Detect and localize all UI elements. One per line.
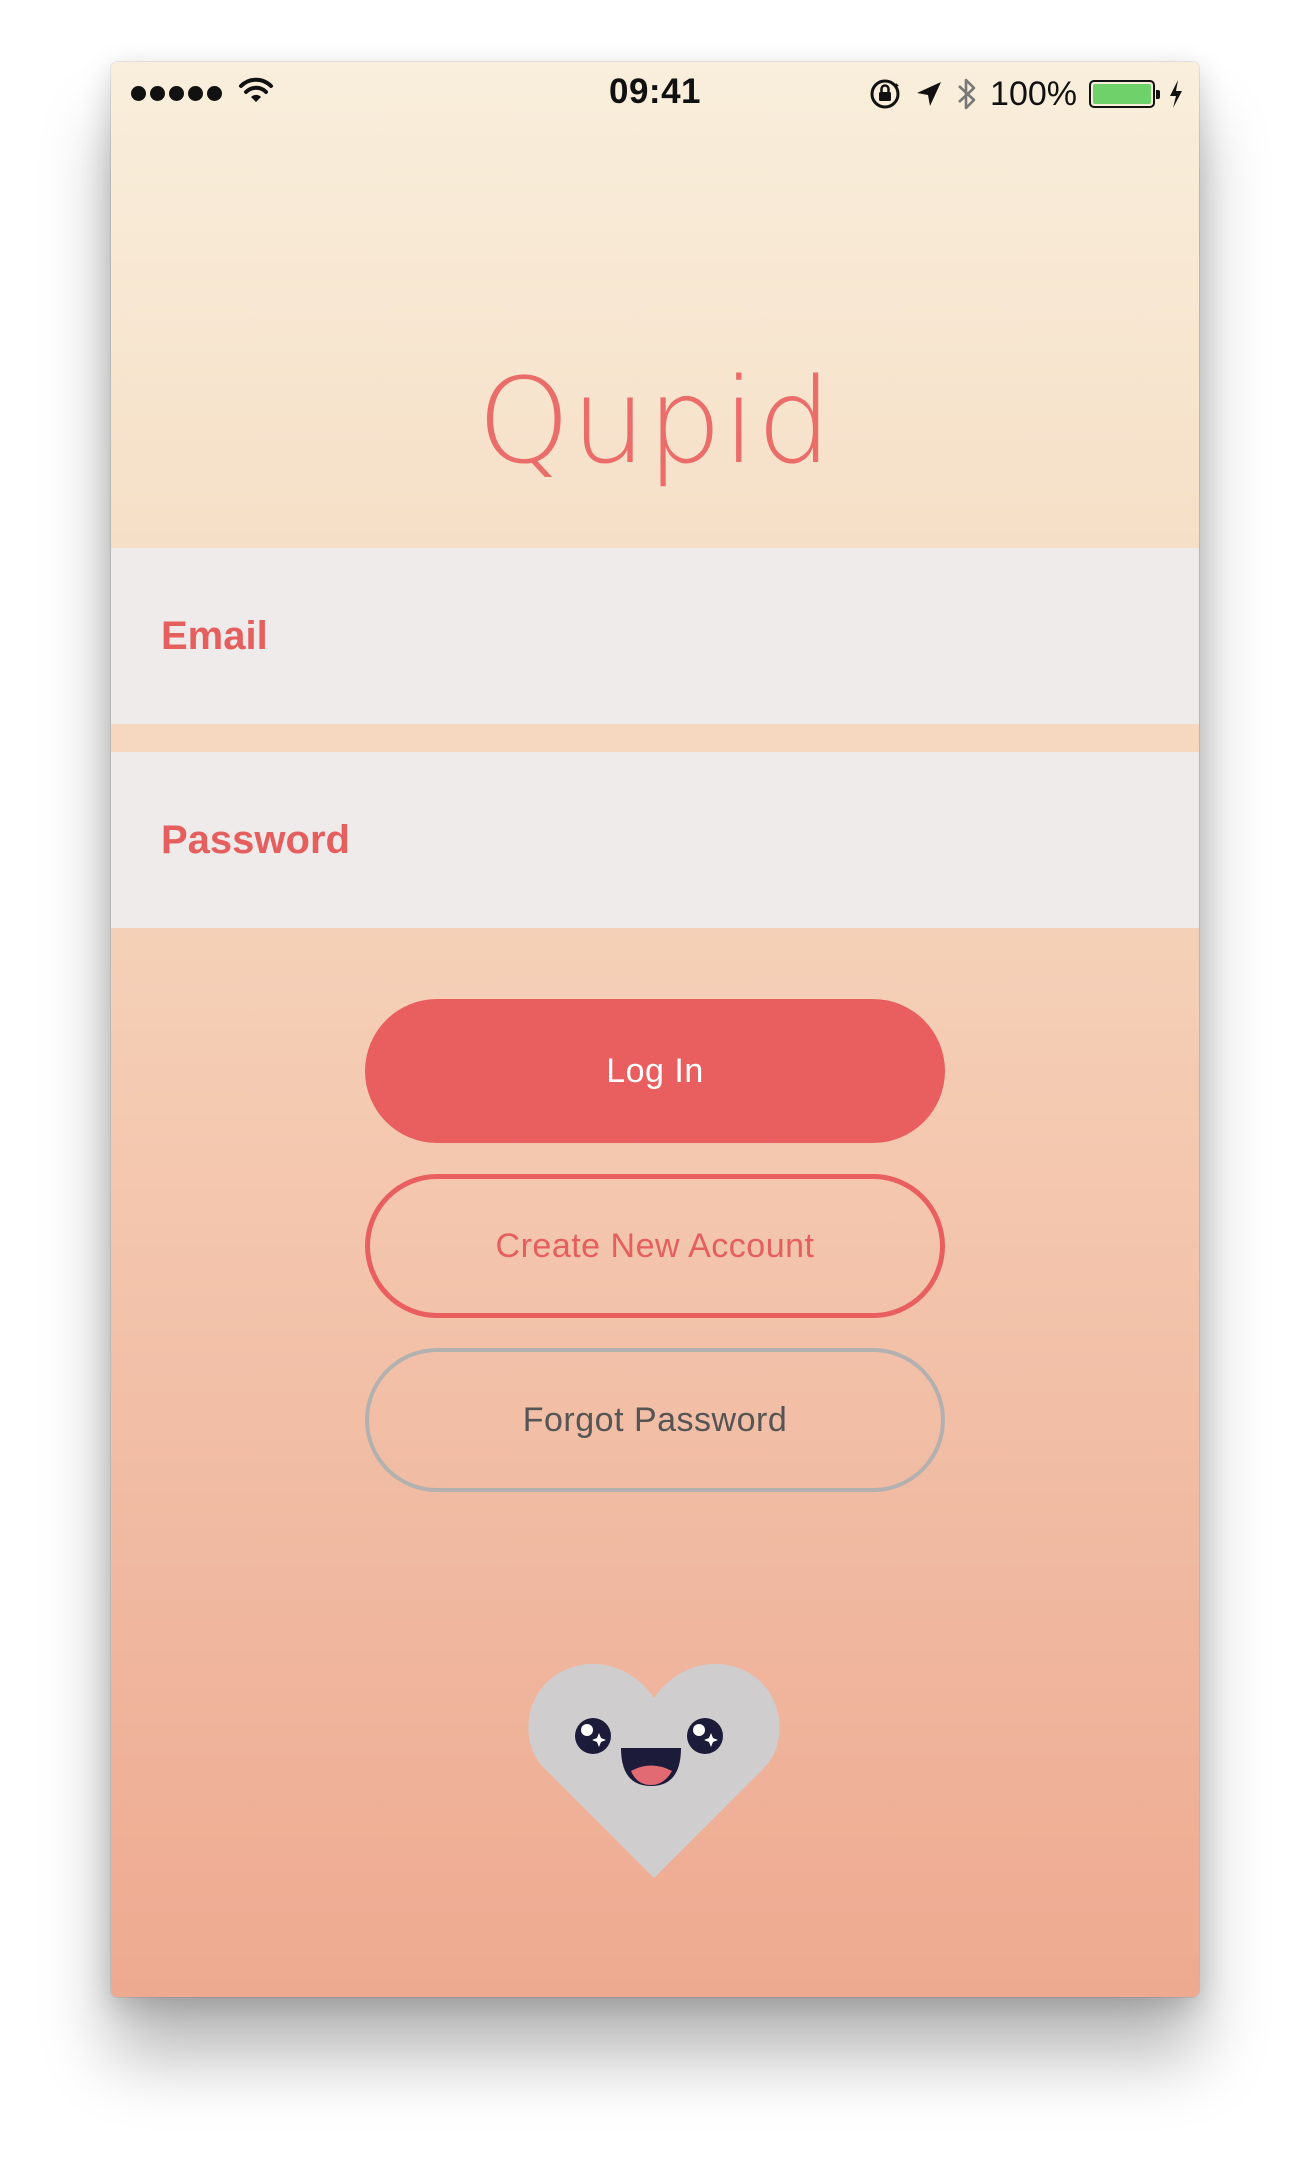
password-field-container[interactable]	[111, 751, 1199, 929]
email-field-container[interactable]	[111, 547, 1199, 725]
login-button[interactable]: Log In	[365, 999, 945, 1143]
charging-bolt-icon	[1170, 80, 1182, 108]
battery-percent: 100%	[990, 74, 1077, 113]
password-input[interactable]	[159, 751, 1199, 929]
battery-icon	[1089, 80, 1160, 108]
heart-mascot-icon	[528, 1663, 780, 1878]
location-arrow-icon	[917, 82, 942, 106]
forgot-password-button[interactable]: Forgot Password	[365, 1348, 945, 1492]
create-account-button[interactable]: Create New Account	[365, 1174, 945, 1318]
bluetooth-icon	[958, 78, 976, 110]
battery-fill	[1093, 84, 1151, 104]
email-input[interactable]	[159, 547, 1199, 725]
screen: 09:41 100% Qupid Email Log In Create New…	[0, 0, 1312, 2158]
status-bar: 09:41 100%	[111, 62, 1199, 124]
app-title: Qupid	[477, 352, 833, 490]
status-right-group: 100%	[868, 72, 1185, 116]
orientation-lock-icon	[870, 79, 900, 109]
phone-window: 09:41 100% Qupid Email Log In Create New…	[111, 62, 1199, 1997]
